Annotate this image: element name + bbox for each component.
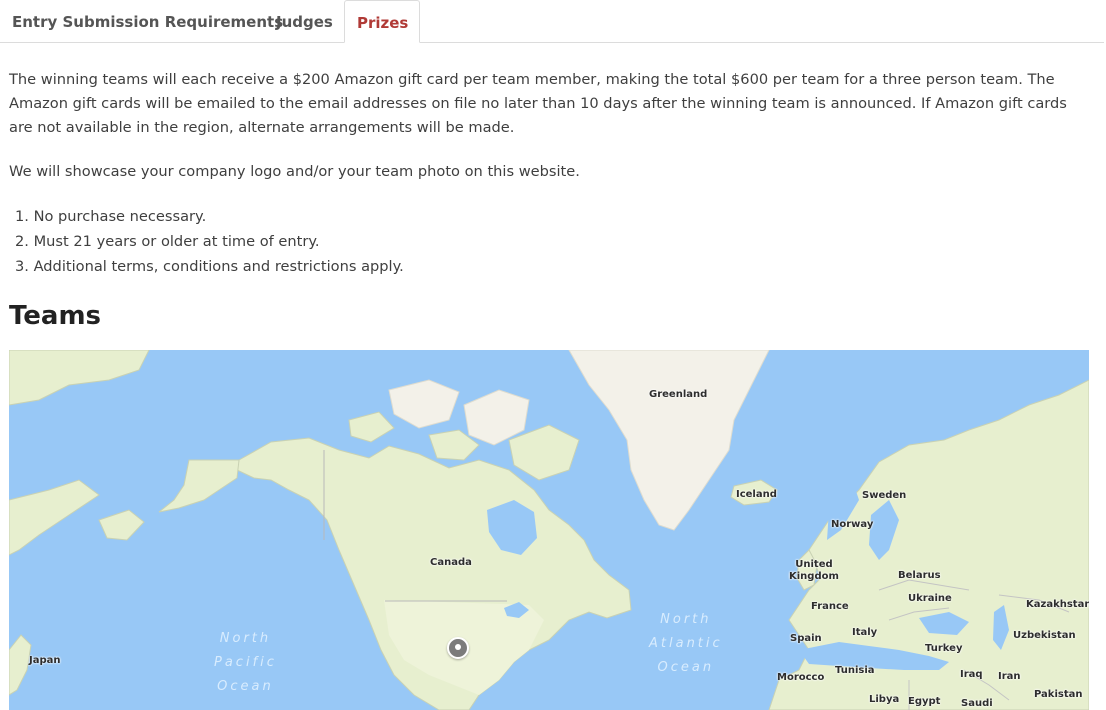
label-iceland: Iceland: [736, 489, 777, 500]
label-north-pacific-ocean: North Pacific Ocean: [214, 631, 277, 694]
teams-map[interactable]: Greenland Iceland Sweden Norway Canada U…: [9, 350, 1089, 710]
label-france: France: [811, 601, 849, 612]
label-saudi: Saudi: [961, 698, 993, 709]
label-spain: Spain: [790, 633, 822, 644]
tab-prizes[interactable]: Prizes: [344, 0, 420, 43]
label-kazakhstan: Kazakhstan: [1026, 599, 1089, 610]
label-iraq: Iraq: [960, 669, 983, 680]
tab-judges[interactable]: Judges: [264, 0, 345, 42]
label-greenland: Greenland: [649, 389, 708, 400]
label-egypt: Egypt: [908, 696, 941, 707]
list-item: 3. Additional terms, conditions and rest…: [15, 258, 404, 275]
tab-entry-submission-requirements[interactable]: Entry Submission Requirements: [0, 0, 295, 42]
label-norway: Norway: [831, 519, 874, 530]
label-italy: Italy: [852, 627, 878, 638]
label-sweden: Sweden: [862, 490, 907, 501]
label-tunisia: Tunisia: [835, 665, 875, 676]
list-item: 1. No purchase necessary.: [15, 208, 207, 225]
label-north-atlantic-ocean: North Atlantic Ocean: [649, 612, 723, 675]
tab-bar: Entry Submission Requirements Judges Pri…: [0, 0, 1104, 43]
label-ukraine: Ukraine: [908, 593, 952, 604]
map-marker-icon[interactable]: [447, 637, 469, 659]
label-iran: Iran: [998, 671, 1021, 682]
teams-heading: Teams: [9, 301, 102, 331]
label-morocco: Morocco: [777, 672, 825, 683]
terms-list: 1. No purchase necessary. 2. Must 21 yea…: [9, 204, 404, 279]
label-libya: Libya: [869, 694, 900, 705]
label-canada: Canada: [430, 557, 472, 568]
prize-description: The winning teams will each receive a $2…: [9, 71, 1067, 136]
map-land-layer: [9, 350, 1089, 710]
label-turkey: Turkey: [925, 643, 963, 654]
label-japan: Japan: [29, 655, 61, 666]
label-uzbekistan: Uzbekistan: [1013, 630, 1076, 641]
list-item: 2. Must 21 years or older at time of ent…: [15, 233, 320, 250]
showcase-note: We will showcase your company logo and/o…: [9, 163, 580, 180]
label-belarus: Belarus: [898, 570, 941, 581]
label-united-kingdom: United Kingdom: [789, 559, 839, 582]
label-pakistan: Pakistan: [1034, 689, 1083, 700]
